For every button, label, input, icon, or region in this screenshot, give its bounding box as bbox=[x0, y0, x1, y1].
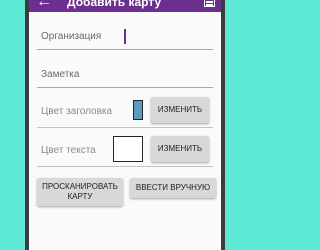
app-bar: ← Добавить карту bbox=[29, 0, 221, 12]
scan-card-button[interactable]: ПРОСКАНИРОВАТЬ КАРТУ bbox=[37, 178, 123, 206]
text-color-swatch[interactable] bbox=[113, 136, 143, 162]
text-cursor bbox=[124, 29, 126, 44]
cards-icon[interactable] bbox=[204, 0, 215, 7]
divider bbox=[37, 166, 213, 167]
header-color-swatch[interactable] bbox=[133, 100, 143, 120]
page-title: Добавить карту bbox=[67, 0, 162, 9]
divider bbox=[37, 127, 213, 128]
change-header-color-button[interactable]: ИЗМЕНИТЬ bbox=[151, 97, 209, 123]
header-color-label: Цвет заголовка bbox=[41, 106, 113, 117]
phone-bezel-edge bbox=[221, 0, 225, 250]
organization-field[interactable]: Организация bbox=[37, 25, 213, 50]
app-screen: ← Добавить карту Организация Заметка Цве… bbox=[29, 0, 221, 250]
arrow-left-icon[interactable]: ← bbox=[36, 0, 52, 10]
note-field[interactable]: Заметка bbox=[37, 63, 213, 88]
text-color-label: Цвет текста bbox=[41, 145, 96, 156]
change-text-color-button[interactable]: ИЗМЕНИТЬ bbox=[151, 136, 209, 162]
manual-entry-button[interactable]: ВВЕСТИ ВРУЧНУЮ bbox=[130, 178, 216, 198]
organization-label: Организация bbox=[41, 31, 102, 42]
note-label: Заметка bbox=[41, 69, 80, 80]
